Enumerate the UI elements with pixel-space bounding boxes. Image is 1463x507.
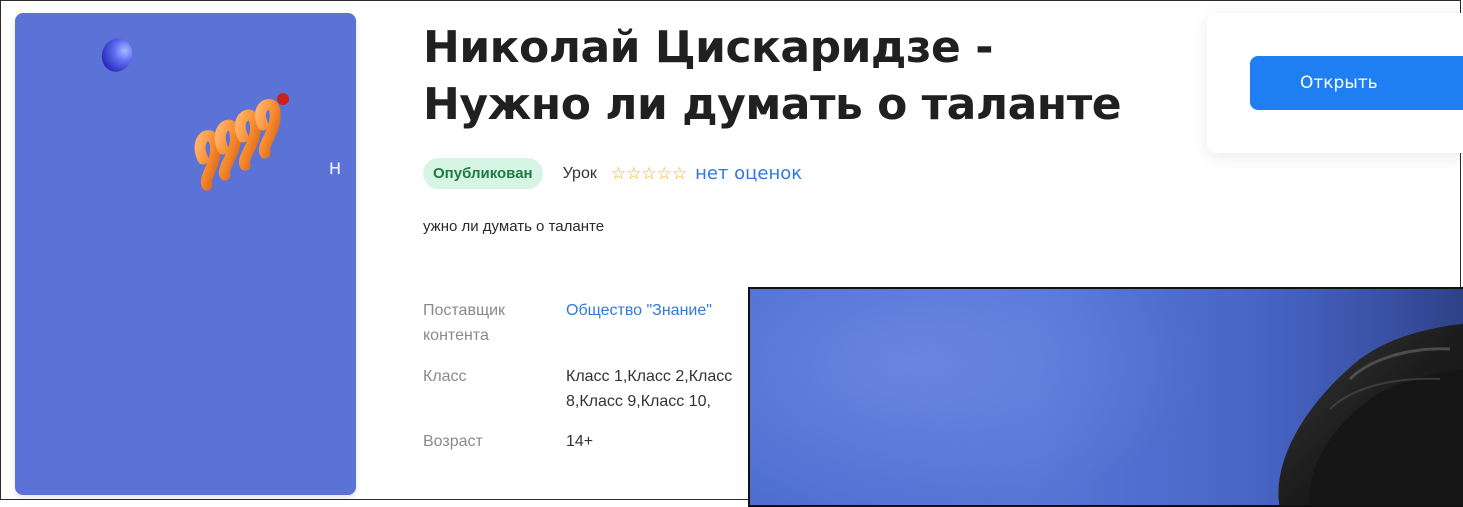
detail-label-provider: Поставщик контента — [423, 302, 506, 344]
spring-tip-dot — [277, 93, 289, 105]
detail-row-class: Класс Класс 1,Класс 2,Класс 8,Класс 9,Кл… — [423, 364, 753, 414]
lesson-details: Поставщик контента Общество "Знание" Кла… — [423, 298, 753, 450]
person-head-image — [1190, 289, 1463, 505]
video-preview[interactable] — [748, 287, 1463, 507]
detail-value-class: Класс 1,Класс 2,Класс 8,Класс 9,Класс 10… — [566, 368, 733, 410]
blue-sphere-icon — [97, 33, 137, 77]
detail-label-class: Класс — [423, 368, 467, 385]
cover-letter: Н — [329, 159, 342, 178]
orange-spring-icon — [194, 93, 289, 191]
rating-link[interactable]: нет оценок — [695, 163, 802, 184]
lesson-title: Николай Цискаридзе - Нужно ли думать о т… — [423, 19, 1203, 133]
detail-row-age: Возраст 14+ — [423, 429, 753, 454]
provider-link[interactable]: Общество "Знание" — [566, 298, 756, 323]
lesson-cover: Н — [15, 13, 356, 495]
open-button[interactable]: Открыть — [1250, 56, 1463, 110]
lesson-meta-row: Опубликован Урок ☆☆☆☆☆ нет оценок — [423, 157, 802, 190]
lesson-type: Урок — [562, 164, 597, 182]
action-card: Открыть — [1207, 13, 1463, 153]
rating-stars-icon[interactable]: ☆☆☆☆☆ — [611, 164, 687, 184]
detail-row-provider: Поставщик контента Общество "Знание" — [423, 298, 753, 348]
lesson-description: ужно ли думать о таланте — [423, 218, 605, 235]
lesson-title-line2: Нужно ли думать о таланте — [423, 79, 1122, 130]
detail-label-age: Возраст — [423, 433, 483, 450]
lesson-title-line1: Николай Цискаридзе - — [423, 22, 993, 73]
detail-value-age: 14+ — [566, 433, 594, 450]
status-badge: Опубликован — [423, 158, 543, 189]
